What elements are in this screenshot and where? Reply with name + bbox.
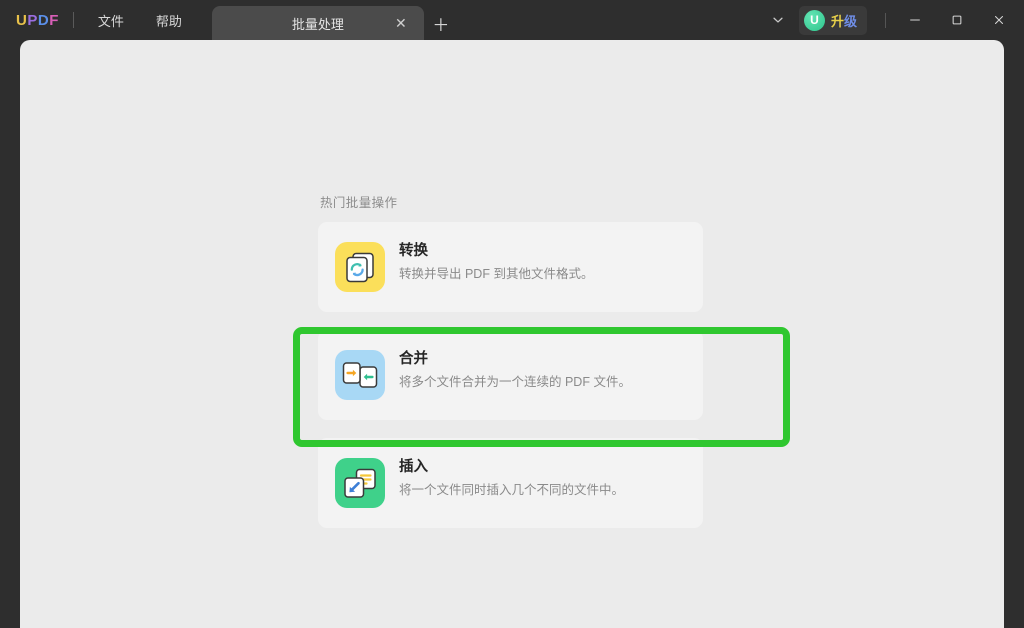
logo-letter-u: U	[16, 11, 28, 29]
convert-icon	[335, 242, 385, 292]
upgrade-label-part2: 级	[843, 13, 857, 29]
insert-icon	[335, 458, 385, 508]
card-insert-desc: 将一个文件同时插入几个不同的文件中。	[399, 483, 625, 498]
card-convert-desc: 转换并导出 PDF 到其他文件格式。	[399, 267, 594, 282]
batch-operations-panel: 热门批量操作 转换 转换并导出 PDF 到其他文件格式。 合并 将多个文件合并为…	[318, 192, 738, 546]
upgrade-button[interactable]: U 升级	[798, 5, 867, 35]
updf-logo[interactable]: UPDF	[0, 0, 73, 40]
chevron-down-icon[interactable]	[761, 0, 795, 40]
merge-icon	[335, 350, 385, 400]
section-title: 热门批量操作	[320, 196, 398, 210]
card-merge-body: 合并 将多个文件合并为一个连续的 PDF 文件。	[399, 350, 631, 393]
close-button[interactable]	[978, 0, 1020, 40]
card-insert-body: 插入 将一个文件同时插入几个不同的文件中。	[399, 458, 624, 501]
controls-divider	[885, 12, 886, 28]
logo-letter-d: D	[37, 11, 50, 29]
menu-bar: 文件 帮助	[84, 0, 196, 40]
menu-item-file[interactable]: 文件	[84, 5, 138, 36]
minimize-button[interactable]	[894, 0, 936, 40]
menu-item-help[interactable]: 帮助	[142, 5, 196, 36]
logo-divider	[72, 12, 74, 28]
tab-strip: 批量处理 ✕ ＋	[211, 0, 458, 40]
titlebar-right-controls: U 升级	[761, 0, 1024, 40]
card-convert[interactable]: 转换 转换并导出 PDF 到其他文件格式。	[318, 222, 703, 312]
logo-letter-f: F	[49, 11, 59, 29]
card-convert-body: 转换 转换并导出 PDF 到其他文件格式。	[399, 242, 593, 285]
tab-batch-processing[interactable]: 批量处理 ✕	[211, 6, 424, 40]
upgrade-label: 升级	[831, 11, 857, 30]
card-merge-title: 合并	[399, 351, 428, 367]
logo-letter-p: P	[27, 11, 38, 29]
close-icon[interactable]: ✕	[392, 14, 410, 32]
upgrade-label-part1: 升	[830, 13, 844, 29]
maximize-button[interactable]	[936, 0, 978, 40]
tab-label: 批量处理	[291, 16, 344, 32]
card-convert-title: 转换	[399, 243, 428, 259]
plus-icon[interactable]: ＋	[424, 6, 458, 40]
card-merge-desc: 将多个文件合并为一个连续的 PDF 文件。	[399, 375, 631, 390]
card-merge[interactable]: 合并 将多个文件合并为一个连续的 PDF 文件。	[318, 330, 703, 420]
titlebar-spacer	[458, 0, 761, 40]
card-insert[interactable]: 插入 将一个文件同时插入几个不同的文件中。	[318, 438, 703, 528]
upgrade-avatar-icon: U	[803, 9, 825, 31]
main-content: 热门批量操作 转换 转换并导出 PDF 到其他文件格式。 合并 将多个文件合并为…	[20, 40, 1004, 628]
title-bar: UPDF 文件 帮助 批量处理 ✕ ＋ U 升级	[0, 0, 1024, 40]
updf-window: UPDF 文件 帮助 批量处理 ✕ ＋ U 升级 热门批量操作 转换 转换并导出…	[0, 0, 1024, 628]
card-insert-title: 插入	[399, 459, 428, 475]
